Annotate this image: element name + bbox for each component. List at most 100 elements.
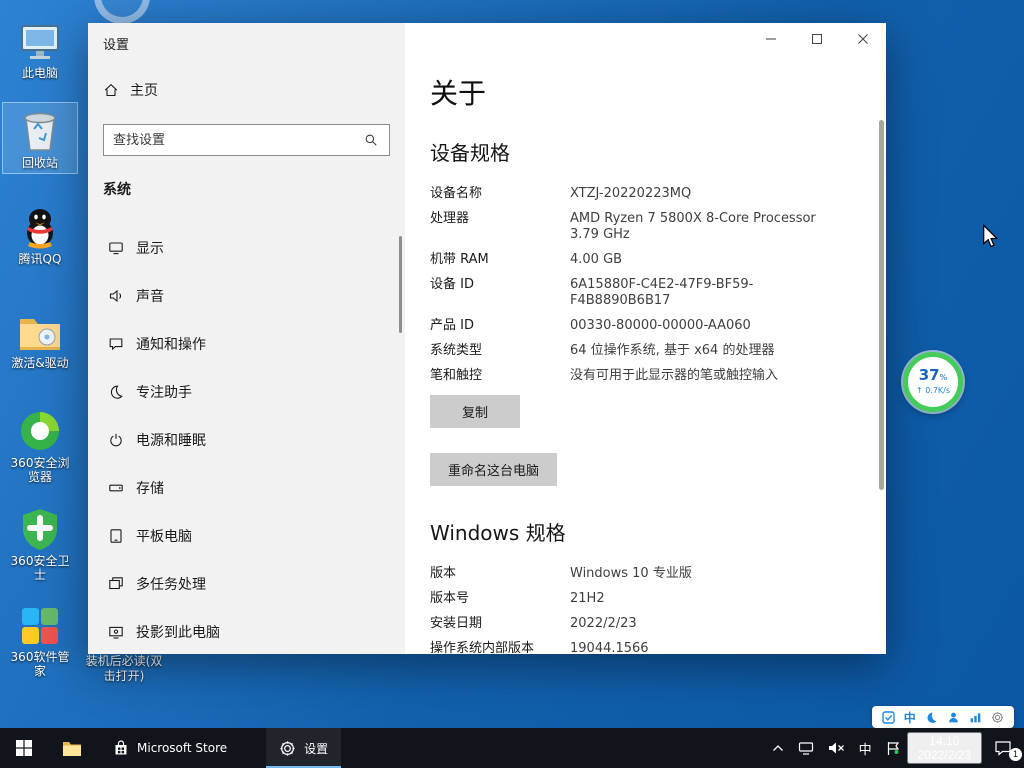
stats-bars-icon[interactable] bbox=[969, 711, 982, 724]
content-scrollbar[interactable] bbox=[879, 120, 884, 490]
360-browser-icon bbox=[5, 407, 75, 453]
taskbar-store-button[interactable]: Microsoft Store bbox=[100, 728, 240, 768]
start-button[interactable] bbox=[0, 728, 48, 768]
sidebar-item-label: 声音 bbox=[136, 286, 164, 306]
spec-row-version: 版本号 21H2 bbox=[430, 591, 850, 607]
sidebar-nav-list: 显示 声音 通知和操作 专注助手 电源和睡眠 bbox=[88, 224, 405, 654]
sidebar-item-multitasking[interactable]: 多任务处理 bbox=[88, 560, 405, 608]
checkbox-icon[interactable] bbox=[882, 711, 895, 724]
spec-row-processor: 处理器 AMD Ryzen 7 5800X 8-Core Processor 3… bbox=[430, 211, 850, 243]
desktop-icon-label: 此电脑 bbox=[5, 66, 75, 80]
tray-security-button[interactable] bbox=[879, 728, 907, 768]
qq-icon bbox=[5, 203, 75, 249]
tray-network-button[interactable] bbox=[791, 728, 821, 768]
file-explorer-button[interactable] bbox=[48, 728, 96, 768]
sidebar-item-storage[interactable]: 存储 bbox=[88, 464, 405, 512]
taskbar-settings-button[interactable]: 设置 bbox=[266, 728, 341, 768]
microsoft-store-icon bbox=[113, 740, 129, 757]
spec-label: 笔和触控 bbox=[430, 368, 570, 384]
clock-date: 2022/2/23 bbox=[918, 748, 971, 762]
action-center-button[interactable]: 1 bbox=[982, 728, 1024, 768]
maximize-icon bbox=[812, 34, 822, 44]
this-pc-icon bbox=[5, 17, 75, 63]
spec-value: 4.00 GB bbox=[570, 252, 622, 268]
sidebar-item-projecting[interactable]: 投影到此电脑 bbox=[88, 608, 405, 654]
desktop-icon-360-browser[interactable]: 360安全浏览器 bbox=[2, 402, 78, 488]
sidebar-item-home[interactable]: 主页 bbox=[103, 80, 158, 100]
close-button[interactable] bbox=[840, 23, 886, 54]
desktop-icon-tencent-qq[interactable]: 腾讯QQ bbox=[2, 198, 78, 270]
windows-logo-icon bbox=[16, 740, 32, 756]
crescent-moon-icon bbox=[108, 384, 124, 400]
speed-value: 0.7K/s bbox=[925, 386, 950, 395]
chevron-up-icon bbox=[772, 744, 784, 752]
desktop-icon-label: 回收站 bbox=[5, 156, 75, 170]
mouse-cursor bbox=[982, 224, 998, 252]
rename-pc-button[interactable]: 重命名这台电脑 bbox=[430, 453, 557, 486]
minimize-icon bbox=[766, 34, 776, 44]
360-safe-icon bbox=[5, 505, 75, 551]
folder-icon bbox=[5, 307, 75, 353]
sidebar-item-power-sleep[interactable]: 电源和睡眠 bbox=[88, 416, 405, 464]
spec-value: 21H2 bbox=[570, 591, 605, 607]
settings-search-box bbox=[103, 124, 390, 156]
person-icon[interactable] bbox=[947, 711, 960, 724]
settings-sidebar: 设置 主页 系统 显示 声音 bbox=[88, 23, 405, 654]
settings-window: 设置 主页 系统 显示 声音 bbox=[88, 23, 886, 654]
sidebar-item-label: 专注助手 bbox=[136, 382, 192, 402]
spec-value: 00330-80000-00000-AA060 bbox=[570, 318, 751, 334]
ime-language-button[interactable]: 中 bbox=[904, 709, 916, 726]
tray-volume-button[interactable] bbox=[821, 728, 852, 768]
windows-spec-heading: Windows 规格 bbox=[430, 521, 850, 545]
tray-ime-indicator[interactable]: 中 bbox=[852, 728, 879, 768]
spec-label: 产品 ID bbox=[430, 318, 570, 334]
sidebar-item-focus-assist[interactable]: 专注助手 bbox=[88, 368, 405, 416]
sidebar-scrollbar[interactable] bbox=[399, 236, 402, 333]
desktop-icon-readme-label[interactable]: 装机后必读(双击打开) bbox=[84, 654, 164, 684]
sidebar-item-tablet[interactable]: 平板电脑 bbox=[88, 512, 405, 560]
spec-value: AMD Ryzen 7 5800X 8-Core Processor 3.79 … bbox=[570, 211, 816, 243]
spec-row-pen-touch: 笔和触控 没有可用于此显示器的笔或触控输入 bbox=[430, 368, 850, 384]
desktop-icon-activation-driver[interactable]: 激活&驱动 bbox=[2, 302, 78, 374]
360-speed-ball-widget[interactable]: 37% ↑ 0.7K/s bbox=[903, 352, 963, 412]
system-tray: 中 14:10 2022/2/23 1 bbox=[765, 728, 1024, 768]
desktop-icon-this-pc[interactable]: 此电脑 bbox=[2, 12, 78, 84]
close-icon bbox=[858, 34, 868, 44]
multitask-windows-icon bbox=[108, 576, 124, 592]
taskbar-settings-label: 设置 bbox=[304, 740, 328, 757]
tray-clock[interactable]: 14:10 2022/2/23 bbox=[907, 732, 982, 764]
sidebar-item-sound[interactable]: 声音 bbox=[88, 272, 405, 320]
spec-value: 64 位操作系统, 基于 x64 的处理器 bbox=[570, 343, 774, 359]
power-icon bbox=[108, 432, 124, 448]
speaker-icon bbox=[108, 288, 124, 304]
spec-label: 版本号 bbox=[430, 591, 570, 607]
display-icon bbox=[108, 240, 124, 256]
folder-icon bbox=[62, 740, 82, 757]
sidebar-item-display[interactable]: 显示 bbox=[88, 224, 405, 272]
gear-icon[interactable] bbox=[991, 711, 1004, 724]
gear-icon bbox=[279, 740, 296, 757]
spec-row-edition: 版本 Windows 10 专业版 bbox=[430, 566, 850, 582]
recycle-bin-icon bbox=[5, 107, 75, 153]
tray-show-hidden-icons-button[interactable] bbox=[765, 728, 791, 768]
minimize-button[interactable] bbox=[748, 23, 794, 54]
sidebar-section-title: 系统 bbox=[103, 179, 131, 199]
window-title: 设置 bbox=[103, 34, 129, 53]
copy-button[interactable]: 复制 bbox=[430, 395, 520, 428]
search-input[interactable] bbox=[104, 133, 360, 148]
projection-screen-icon bbox=[108, 624, 124, 640]
flag-icon bbox=[886, 741, 900, 756]
desktop-icon-360-safe[interactable]: 360安全卫士 bbox=[2, 500, 78, 586]
spec-label: 机带 RAM bbox=[430, 252, 570, 268]
sidebar-item-notifications[interactable]: 通知和操作 bbox=[88, 320, 405, 368]
desktop-icon-recycle-bin[interactable]: 回收站 bbox=[2, 102, 78, 174]
desktop-icon-label: 激活&驱动 bbox=[5, 356, 75, 370]
spec-value: Windows 10 专业版 bbox=[570, 566, 692, 582]
sidebar-item-label: 存储 bbox=[136, 478, 164, 498]
desktop-icon-360-manager[interactable]: 360软件管家 bbox=[2, 596, 78, 682]
maximize-button[interactable] bbox=[794, 23, 840, 54]
taskbar-store-label: Microsoft Store bbox=[137, 741, 227, 755]
network-icon bbox=[798, 741, 814, 756]
moon-icon[interactable] bbox=[925, 711, 938, 724]
home-icon bbox=[103, 82, 119, 98]
